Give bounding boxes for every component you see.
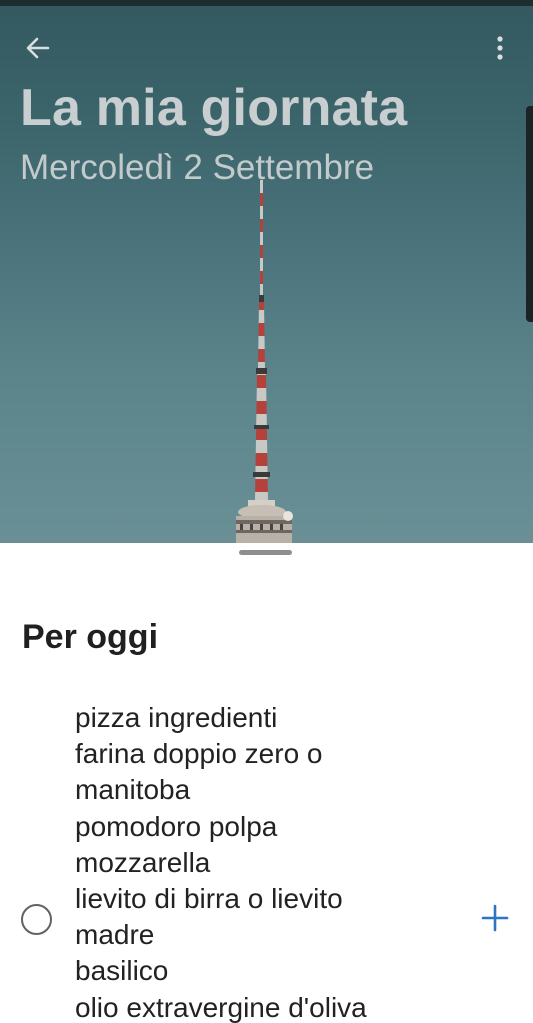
add-to-my-day-button[interactable] [477, 898, 513, 938]
task-list-sheet: Per oggi pizza ingredienti farina doppio… [0, 543, 533, 1023]
task-title-line: pizza ingredienti [75, 702, 278, 733]
task-title-line: olio extravergine d'oliva [75, 991, 367, 1023]
section-title: Per oggi [22, 618, 159, 656]
task-complete-checkbox[interactable] [21, 904, 52, 935]
page-date: Mercoledì 2 Settembre [20, 148, 375, 187]
task-title-line: basilico [75, 955, 169, 987]
plus-icon [481, 904, 509, 932]
page-title: La mia giornata [20, 79, 408, 137]
task-title-line: lievito di birra o lievito [75, 883, 343, 915]
scrollbar-thumb[interactable] [526, 106, 533, 322]
task-title-line: mozzarella [75, 846, 211, 878]
tower-image [236, 180, 293, 543]
task-title-line: farina doppio zero o [75, 738, 323, 770]
task-title[interactable]: pizza ingredienti farina doppio zero o m… [75, 700, 455, 1023]
task-title-line: madre [75, 919, 155, 951]
status-bar-strip [0, 0, 533, 6]
back-button[interactable] [18, 28, 58, 68]
more-vertical-icon [497, 36, 503, 60]
header-background-image: La mia giornata Mercoledì 2 Settembre [0, 0, 533, 543]
sheet-drag-handle[interactable] [239, 550, 292, 555]
task-title-line: pomodoro polpa [75, 810, 278, 842]
task-item[interactable]: pizza ingredienti farina doppio zero o m… [0, 700, 533, 1023]
task-title-line: manitoba [75, 774, 191, 806]
my-day-screen: La mia giornata Mercoledì 2 Settembre Pe… [0, 0, 533, 1023]
more-options-button[interactable] [480, 28, 520, 68]
arrow-left-icon [26, 37, 50, 59]
